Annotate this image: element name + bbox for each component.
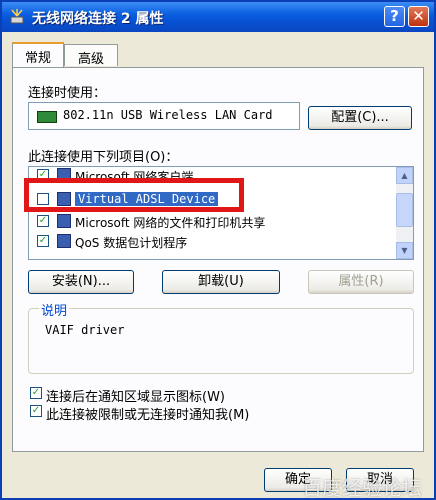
watermark: 百度经验论坛 — [302, 476, 422, 500]
qos-scheduler-icon — [57, 234, 71, 248]
list-item[interactable]: ✓ Microsoft 网络的文件和打印机共享 — [29, 213, 389, 231]
description-text: VAIF driver — [45, 323, 125, 337]
checkbox[interactable]: ✓ — [37, 235, 49, 247]
network-card-icon — [37, 111, 57, 123]
window-title: 无线网络连接 2 属性 — [32, 11, 164, 27]
install-button[interactable]: 安装(N)... — [28, 270, 134, 294]
adapter-field: 802.11n USB Wireless LAN Card — [28, 102, 300, 130]
checkbox[interactable]: ✓ — [37, 215, 49, 227]
uninstall-button[interactable]: 卸载(U) — [162, 270, 280, 294]
help-button[interactable]: ? — [384, 6, 405, 27]
scroll-thumb[interactable] — [396, 193, 413, 227]
highlight-annotation — [24, 178, 244, 212]
description-group: 说明 VAIF driver — [28, 300, 414, 374]
list-item-label: QoS 数据包计划程序 — [75, 236, 188, 250]
show-icon-label: 连接后在通知区域显示图标(W) — [46, 390, 225, 405]
list-item[interactable]: ✓ QoS 数据包计划程序 — [29, 233, 389, 251]
list-item-label: Microsoft 网络的文件和打印机共享 — [75, 216, 266, 230]
checkbox[interactable]: ✓ — [30, 405, 42, 417]
adapter-name: 802.11n USB Wireless LAN Card — [63, 108, 273, 122]
configure-button[interactable]: 配置(C)... — [308, 106, 412, 130]
file-printer-sharing-icon — [57, 214, 71, 228]
title-bar[interactable]: 无线网络连接 2 属性 ? ✕ — [2, 2, 434, 32]
network-connection-icon — [10, 9, 24, 24]
properties-button[interactable]: 属性(R) — [308, 270, 414, 294]
tab-advanced[interactable]: 高级 — [64, 44, 118, 67]
notify-limited-label: 此连接被限制或无连接时通知我(M) — [46, 408, 250, 423]
description-title: 说明 — [39, 300, 70, 319]
checkbox[interactable]: ✓ — [30, 387, 42, 399]
close-button[interactable]: ✕ — [408, 6, 429, 27]
list-scrollbar[interactable]: ▲ ▼ — [396, 167, 413, 259]
scroll-up-arrow-icon[interactable]: ▲ — [396, 167, 413, 184]
tab-general[interactable]: 常规 — [12, 42, 64, 67]
components-label: 此连接使用下列项目(O)： — [28, 150, 179, 165]
properties-dialog: 无线网络连接 2 属性 ? ✕ 常规 高级 连接时使用： 802.11n USB… — [0, 0, 436, 500]
scroll-down-arrow-icon[interactable]: ▼ — [396, 242, 413, 259]
connect-using-label: 连接时使用： — [28, 86, 107, 101]
